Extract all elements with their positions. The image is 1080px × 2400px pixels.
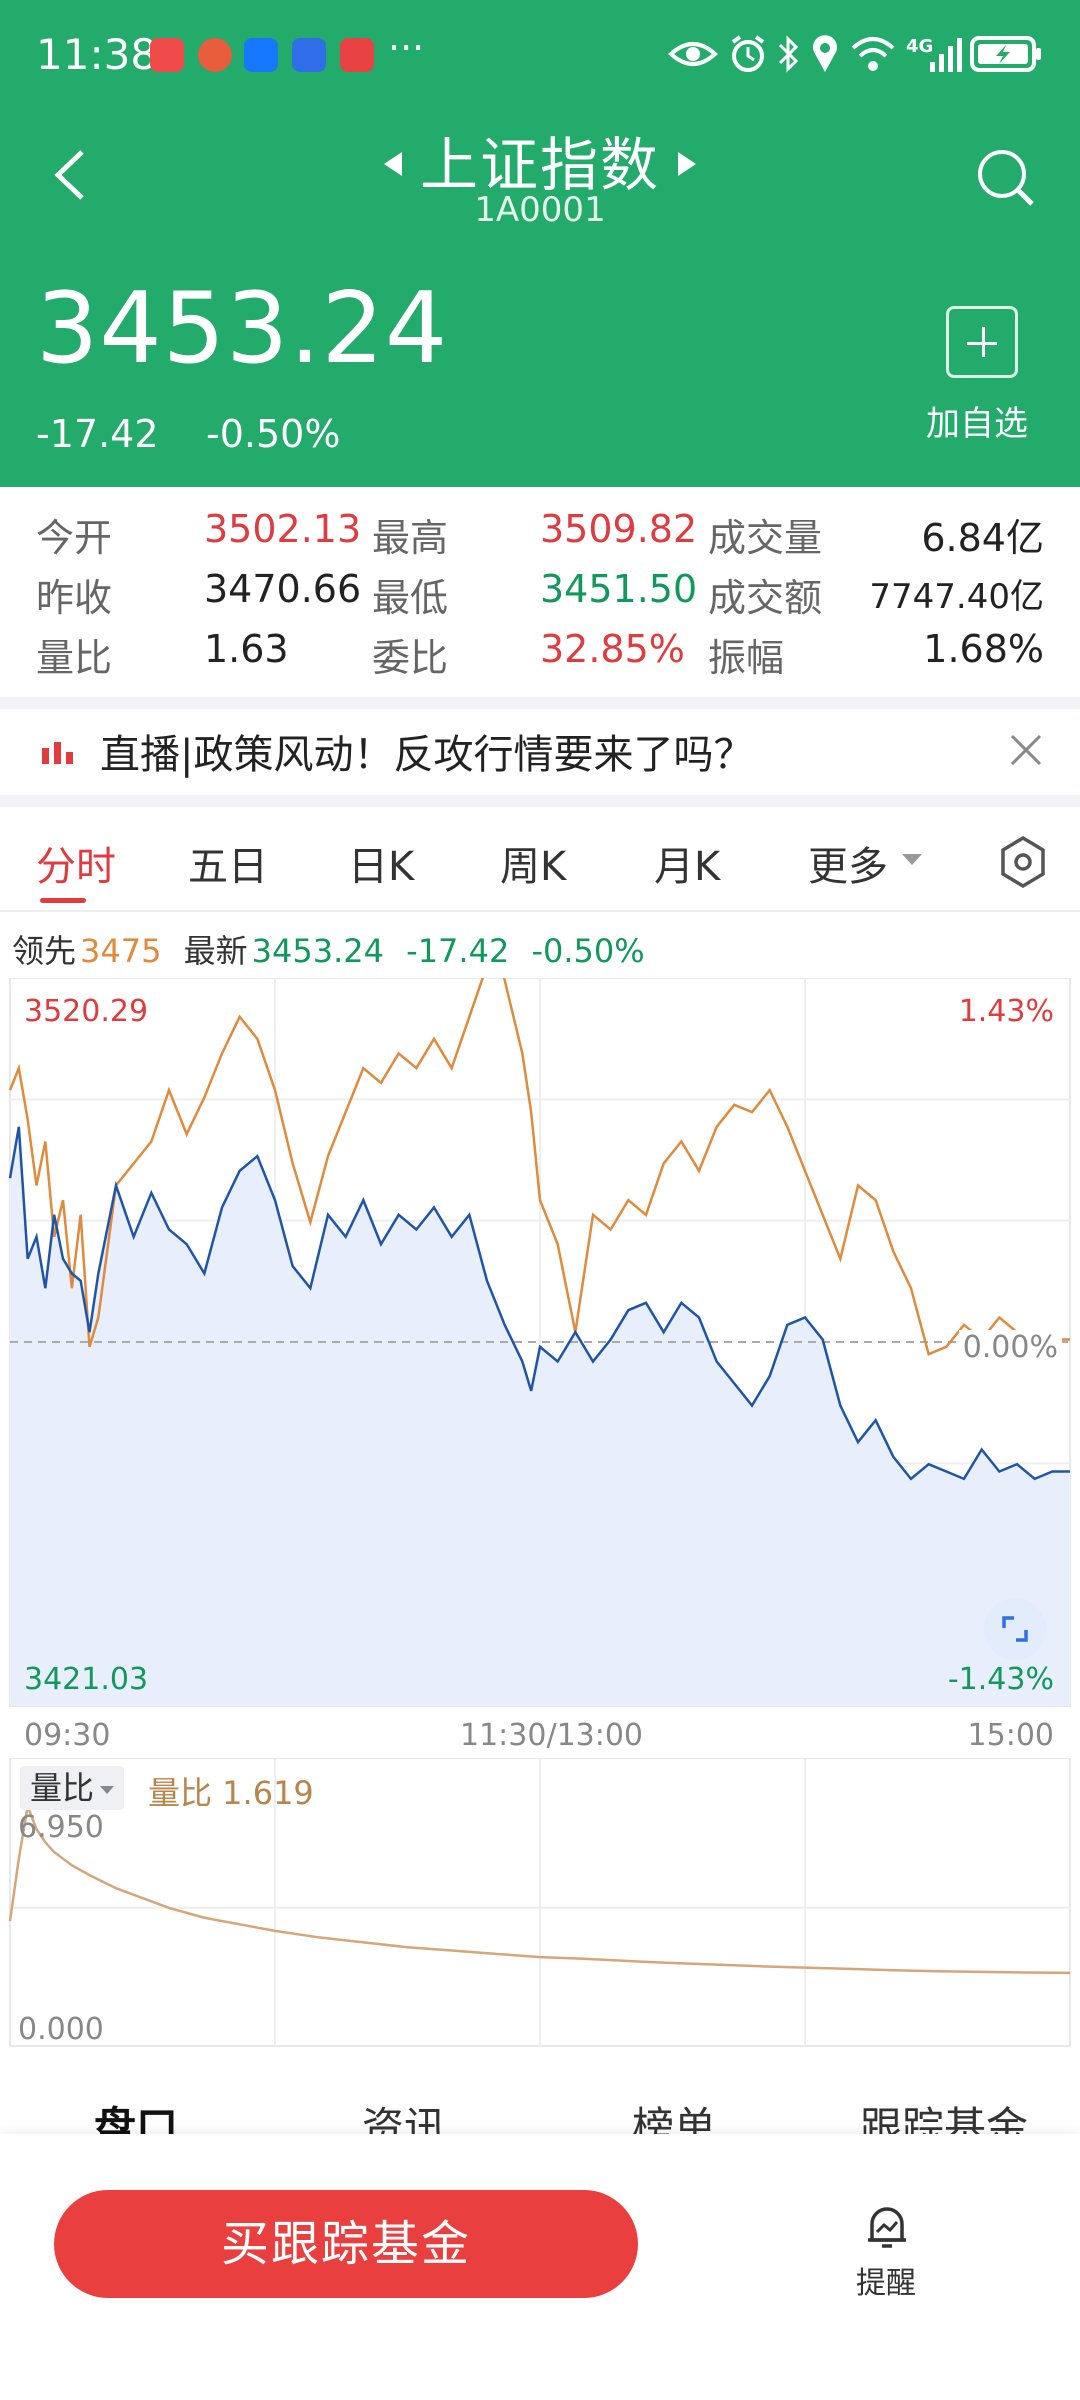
stat-value: 3502.13 (204, 507, 362, 551)
fullscreen-icon[interactable] (984, 1598, 1046, 1660)
live-banner-link[interactable]: 直播|政策风动！反攻行情要来了吗？ (100, 722, 753, 780)
app-notification-icon (150, 38, 184, 72)
buy-tracking-fund-button[interactable]: 买跟踪基金 (54, 2190, 638, 2298)
stat-value: 7747.40亿 (869, 577, 1044, 617)
chart-min-price: 3421.03 (24, 1662, 149, 1697)
chart-min-percent: -1.43% (947, 1662, 1054, 1697)
chart-zero-percent: 0.00% (958, 1330, 1062, 1365)
chart-max-percent: 1.43% (958, 994, 1054, 1029)
header: 11:38 ··· 4G 上证指数 1A0001 3453.24 -17.42 … (0, 0, 1080, 487)
tab-more[interactable]: 更多 (808, 834, 888, 892)
stat-label: 成交额 (708, 576, 823, 620)
stat-label: 最低 (372, 576, 449, 620)
volume-min-label: 0.000 (18, 2012, 104, 2047)
volume-max-label: 6.950 (18, 1810, 104, 1845)
battery-charging-icon (970, 36, 1041, 72)
search-icon[interactable] (976, 148, 1036, 208)
stat-label: 最高 (372, 516, 449, 560)
tab-daily-k[interactable]: 日K (348, 834, 414, 892)
tab-active-indicator (40, 898, 86, 903)
latest-value: 3453.24 (251, 932, 384, 970)
stat-value: 3470.66 (204, 567, 362, 611)
bell-chart-icon[interactable] (862, 2202, 912, 2252)
quote-stats: 今开 3502.13 最高 3509.82 成交量 6.84亿 昨收 3470.… (0, 487, 1080, 697)
stat-value: 1.63 (204, 627, 289, 671)
section-divider (0, 697, 1080, 709)
lead-label: 领先 (12, 932, 77, 970)
status-time: 11:38 (36, 30, 158, 79)
more-notifications-icon: ··· (388, 26, 425, 70)
settings-hexagon-icon[interactable] (998, 834, 1048, 890)
app-notification-icon (198, 38, 232, 72)
latest-change-percent: -0.50% (531, 932, 645, 970)
stat-label: 成交量 (708, 516, 823, 560)
tabs-divider (0, 910, 1080, 912)
price-change: -17.42 (36, 412, 159, 456)
alipay-icon (244, 38, 278, 72)
latest-change: -17.42 (406, 932, 510, 970)
time-axis-mid: 11:30/13:00 (460, 1718, 644, 1753)
stat-label: 昨收 (36, 576, 113, 620)
indicator-selector-label: 量比 (30, 1769, 95, 1807)
intraday-chart[interactable] (0, 978, 1080, 1708)
indicator-selector[interactable]: 量比 (20, 1766, 125, 1810)
stat-value: 3509.82 (540, 507, 698, 551)
lead-value: 3475 (80, 932, 162, 970)
live-bars-icon (42, 742, 73, 764)
stat-value: 32.85% (540, 627, 685, 671)
latest-label: 最新 (183, 932, 248, 970)
tab-intraday[interactable]: 分时 (36, 834, 116, 892)
tab-weekly-k[interactable]: 周K (500, 834, 566, 892)
close-icon[interactable] (1006, 730, 1046, 770)
chevron-down-icon (100, 1786, 115, 1794)
next-stock-arrow-icon[interactable] (676, 150, 698, 178)
tab-five-day[interactable]: 五日 (188, 834, 268, 892)
stock-title-block: 上证指数 1A0001 (360, 118, 720, 230)
tab-monthly-k[interactable]: 月K (654, 834, 720, 892)
stat-value: 6.84亿 (921, 516, 1044, 560)
section-divider (0, 795, 1080, 807)
add-watchlist-label[interactable]: 加自选 (926, 396, 1028, 445)
stat-label: 今开 (36, 516, 113, 560)
stat-label: 量比 (36, 636, 113, 680)
chart-legend: 领先 3475 最新 3453.24 -17.42 -0.50% (12, 926, 657, 972)
chart-max-price: 3520.29 (24, 994, 149, 1029)
time-axis-end: 15:00 (967, 1718, 1054, 1753)
stat-label: 委比 (372, 636, 449, 680)
stat-value: 3451.50 (540, 567, 698, 611)
add-watchlist-button[interactable] (946, 306, 1018, 378)
eye-icon (668, 42, 718, 66)
back-arrow-icon[interactable] (52, 148, 88, 202)
chevron-down-icon (902, 854, 922, 865)
alarm-icon (731, 35, 765, 72)
video-app-icon (340, 38, 374, 72)
status-bar: 11:38 ··· 4G (0, 0, 1080, 110)
current-price: 3453.24 (36, 272, 449, 386)
signal-icon (930, 38, 962, 72)
volume-ratio-value: 量比 1.619 (148, 1774, 314, 1812)
bluetooth-icon (778, 35, 799, 73)
location-icon (813, 35, 837, 72)
app-notification-icon (292, 38, 326, 72)
time-axis-start: 09:30 (24, 1718, 111, 1753)
stat-value: 1.68% (923, 627, 1044, 671)
price-change-percent: -0.50% (206, 412, 341, 456)
stock-code: 1A0001 (474, 190, 606, 230)
wifi-icon (851, 37, 895, 71)
stat-label: 振幅 (708, 636, 785, 680)
remind-label[interactable]: 提醒 (856, 2258, 916, 2302)
